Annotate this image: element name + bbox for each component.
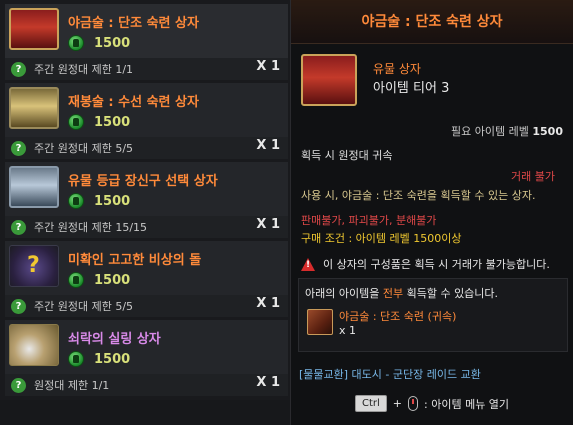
item-name: 쇠락의 실링 상자 <box>68 332 161 347</box>
bind-status: 획득 시 원정대 귀속 <box>301 149 393 162</box>
list-item[interactable]: 유물 등급 장신구 선택 상자 1500 ? 주간 원정대 제한 15/15 X… <box>5 162 288 238</box>
item-limit: 주간 원정대 제한 5/5 <box>34 142 134 155</box>
shop-item-list: 야금술 : 단조 숙련 상자 1500 ? 주간 원정대 제한 1/1 X 1 … <box>0 0 290 425</box>
use-description: 사용 시, 야금술 : 단조 숙련을 획득할 수 있는 상자. <box>301 189 536 202</box>
list-item[interactable]: 재봉술 : 수선 숙련 상자 1500 ? 주간 원정대 제한 5/5 X 1 <box>5 83 288 159</box>
item-menu-hint: Ctrl + : 아이템 메뉴 열기 <box>355 395 509 412</box>
coin-icon <box>68 351 84 367</box>
exchange-source: [물물교환] 대도시 - 군단장 레이드 교환 <box>299 368 481 381</box>
question-icon[interactable]: ? <box>11 298 26 314</box>
mouse-icon <box>408 396 419 411</box>
list-item[interactable]: ? 미확인 고고한 비상의 돌 1500 ? 주간 원정대 제한 5/5 X 1 <box>5 241 288 317</box>
red-treasure-chest-icon <box>9 8 59 50</box>
item-price: 1500 <box>94 193 131 209</box>
coin-icon <box>68 114 84 130</box>
gold-treasure-chest-icon <box>9 87 59 129</box>
silling-coins-icon <box>9 324 59 366</box>
list-footer <box>0 400 290 425</box>
item-quantity: X 1 <box>256 375 280 390</box>
question-icon[interactable]: ? <box>11 140 26 156</box>
item-price: 1500 <box>94 272 131 288</box>
silver-treasure-chest-icon <box>9 166 59 208</box>
trade-warning: 이 상자의 구성품은 획득 시 거래가 불가능합니다. <box>301 256 550 272</box>
item-price: 1500 <box>94 351 131 367</box>
trade-warning-text: 이 상자의 구성품은 획득 시 거래가 불가능합니다. <box>323 258 550 271</box>
contents-item-name: 야금술 : 단조 숙련 (귀속) <box>339 310 457 323</box>
item-limit: 주간 원정대 제한 15/15 <box>34 221 148 234</box>
unidentified-stone-icon: ? <box>9 245 59 287</box>
contents-title: 아래의 아이템을 전부 획득할 수 있습니다. <box>305 285 498 301</box>
item-quantity: X 1 <box>256 217 280 232</box>
required-level-label: 필요 아이템 레벨 <box>451 125 529 138</box>
warning-icon <box>301 257 315 271</box>
item-menu-hint-text: : 아이템 메뉴 열기 <box>424 397 510 411</box>
coin-icon <box>68 35 84 51</box>
item-name: 야금술 : 단조 숙련 상자 <box>68 16 199 31</box>
item-tier: 아이템 티어 3 <box>373 81 450 96</box>
untradeable-label: 거래 불가 <box>511 170 555 183</box>
item-limit: 주간 원정대 제한 1/1 <box>34 63 134 76</box>
item-limit: 주간 원정대 제한 5/5 <box>34 300 134 313</box>
item-price: 1500 <box>94 114 131 130</box>
item-price: 1500 <box>94 35 131 51</box>
contents-title-highlight: 전부 <box>382 287 404 300</box>
question-icon[interactable]: ? <box>11 219 26 235</box>
item-grade: 유물 상자 <box>373 62 421 76</box>
ctrl-key: Ctrl <box>355 395 387 412</box>
item-name: 재봉술 : 수선 숙련 상자 <box>68 95 199 110</box>
skill-book-icon <box>307 309 333 335</box>
item-tooltip: 야금술 : 단조 숙련 상자 유물 상자 아이템 티어 3 필요 아이템 레벨 … <box>290 0 573 425</box>
item-quantity: X 1 <box>256 138 280 153</box>
item-quantity: X 1 <box>256 59 280 74</box>
question-icon[interactable]: ? <box>11 61 26 77</box>
contents-title-pre: 아래의 아이템을 <box>305 287 383 300</box>
item-name: 유물 등급 장신구 선택 상자 <box>68 174 218 189</box>
contents-title-post: 획득할 수 있습니다. <box>403 287 499 300</box>
question-icon[interactable]: ? <box>11 377 26 393</box>
item-quantity: X 1 <box>256 296 280 311</box>
red-treasure-chest-icon <box>301 54 357 106</box>
item-name: 미확인 고고한 비상의 돌 <box>68 253 202 268</box>
contents-item-quantity: x 1 <box>339 324 357 337</box>
coin-icon <box>68 272 84 288</box>
sale-restrictions: 판매불가, 파괴불가, 분해불가 <box>301 214 437 227</box>
coin-icon <box>68 193 84 209</box>
list-item[interactable]: 야금술 : 단조 숙련 상자 1500 ? 주간 원정대 제한 1/1 X 1 <box>5 4 288 80</box>
item-limit: 원정대 제한 1/1 <box>34 379 110 392</box>
required-level-value: 1500 <box>532 125 563 138</box>
tooltip-title: 야금술 : 단조 숙련 상자 <box>291 0 573 44</box>
required-level: 필요 아이템 레벨 1500 <box>451 123 563 139</box>
plus-sign: + <box>392 397 403 410</box>
list-item[interactable]: 쇠락의 실링 상자 1500 ? 원정대 제한 1/1 X 1 <box>5 320 288 396</box>
purchase-condition: 구매 조건 : 아이템 레벨 1500이상 <box>301 232 462 245</box>
contents-box: 아래의 아이템을 전부 획득할 수 있습니다. 야금술 : 단조 숙련 (귀속)… <box>298 278 568 352</box>
